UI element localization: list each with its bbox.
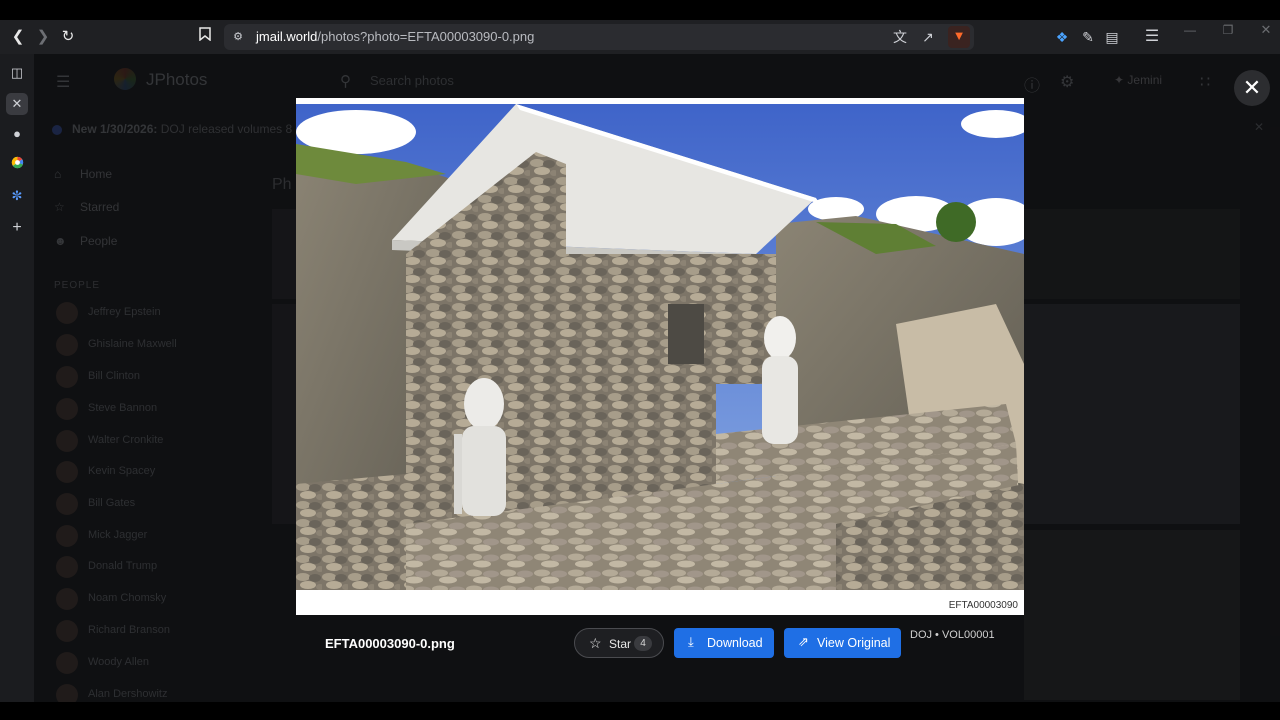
lightbox-close-button[interactable]: ✕ (1234, 70, 1270, 106)
star-count-badge: 4 (634, 636, 652, 651)
globe-icon[interactable]: ● (6, 123, 28, 145)
url-domain: jmail.world (256, 29, 318, 44)
photo-image[interactable] (296, 104, 1024, 590)
url-text[interactable]: jmail.world/photos?photo=EFTA00003090-0.… (256, 29, 534, 44)
wallet-icon[interactable]: ▤ (1102, 27, 1122, 47)
window-close-icon[interactable]: ✕ (1256, 20, 1276, 40)
close-icon: ✕ (1242, 75, 1262, 100)
tab-icon[interactable]: ✼ (6, 185, 28, 207)
share-icon[interactable]: ↗ (918, 27, 938, 47)
forward-icon[interactable]: ❯ (33, 27, 53, 47)
browser-sidebar: ◫ ✕ ● ✼ + (0, 54, 34, 702)
site-settings-icon[interactable]: ⚙ (228, 27, 248, 47)
view-original-label: View Original (817, 636, 891, 650)
sidebar-toggle-icon[interactable]: ◫ (6, 62, 28, 84)
extensions-icon[interactable]: ✎ (1078, 27, 1098, 47)
close-tab-icon[interactable]: ✕ (6, 93, 28, 115)
os-top-bar (0, 0, 1280, 20)
photo-id-label: EFTA00003090 (948, 600, 1018, 611)
star-button[interactable]: ☆ Star 4 (574, 628, 664, 658)
star-label: Star (609, 637, 632, 651)
translate-icon[interactable]: 文 (890, 27, 910, 47)
view-original-button[interactable]: ⇗ View Original (784, 628, 901, 658)
photo-filename: EFTA00003090-0.png (325, 636, 455, 651)
leo-icon[interactable]: ❖ (1052, 27, 1072, 47)
back-icon[interactable]: ❮ (8, 27, 28, 47)
brave-shield-icon[interactable]: ▼ (948, 26, 970, 48)
photo-frame: EFTA00003090 (296, 98, 1024, 615)
menu-icon[interactable]: ☰ (1142, 27, 1162, 47)
download-icon: ⤓ (688, 634, 694, 649)
maximize-icon[interactable]: ❐ (1218, 20, 1238, 40)
download-label: Download (707, 636, 763, 650)
url-path: /photos?photo=EFTA00003090-0.png (317, 29, 535, 44)
google-icon[interactable] (6, 154, 28, 176)
source-meta: DOJ • VOL00001 (910, 629, 995, 641)
reload-icon[interactable]: ↻ (58, 27, 78, 47)
minimize-icon[interactable]: — (1180, 20, 1200, 40)
external-link-icon: ⇗ (798, 634, 809, 649)
download-button[interactable]: ⤓ Download (674, 628, 774, 658)
add-icon[interactable]: + (6, 217, 28, 239)
star-icon: ☆ (589, 635, 602, 651)
os-bottom-bar (0, 702, 1280, 720)
bookmark-icon[interactable] (195, 27, 215, 47)
